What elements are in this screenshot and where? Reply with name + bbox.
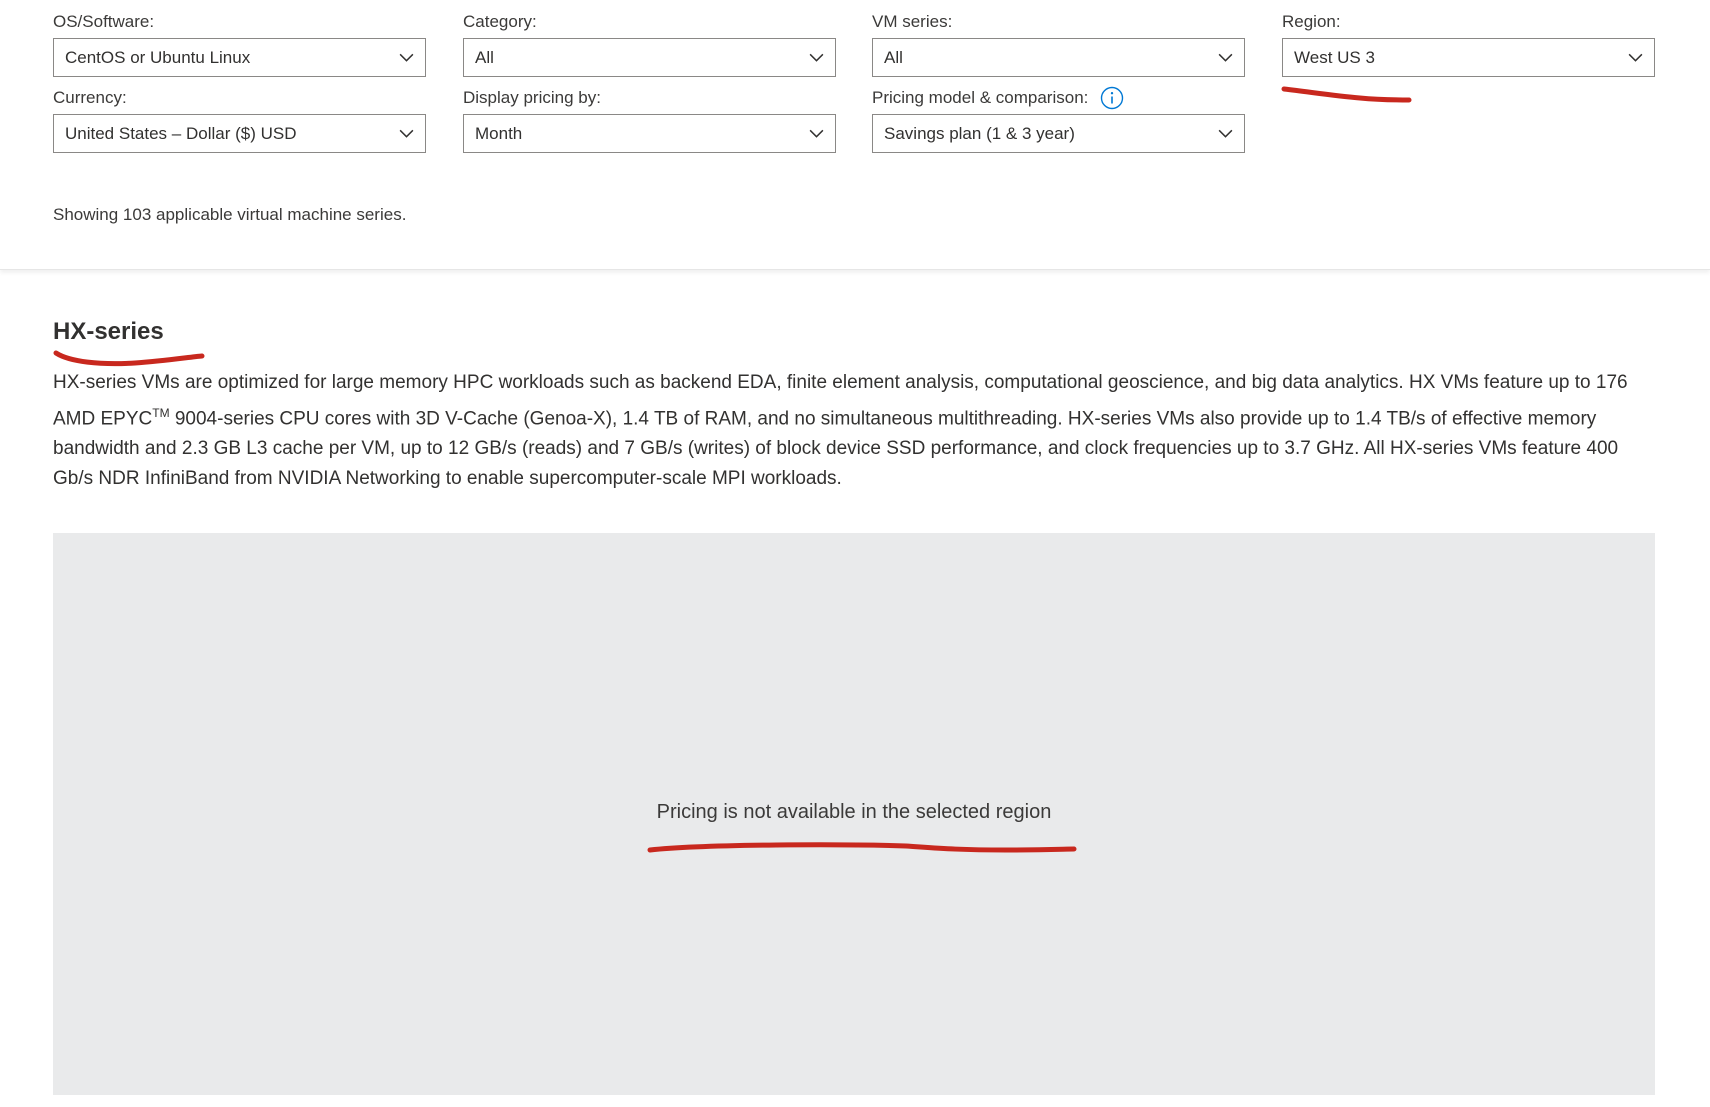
category-filter: Category: All bbox=[463, 10, 836, 77]
category-label: Category: bbox=[463, 12, 537, 31]
region-filter: Region: West US 3 bbox=[1282, 10, 1655, 77]
pricing-model-value: Savings plan (1 & 3 year) bbox=[884, 123, 1075, 143]
info-icon[interactable] bbox=[1100, 86, 1124, 110]
region-select[interactable]: West US 3 bbox=[1282, 38, 1655, 77]
series-count-text: Showing 103 applicable virtual machine s… bbox=[53, 205, 407, 224]
currency-value: United States – Dollar ($) USD bbox=[65, 123, 297, 143]
pricing-model-label-row: Pricing model & comparison: bbox=[872, 86, 1245, 110]
series-description: HX-series VMs are optimized for large me… bbox=[53, 368, 1663, 494]
vm-series-select[interactable]: All bbox=[872, 38, 1245, 77]
region-annotation-underline bbox=[1281, 86, 1412, 103]
os-value: CentOS or Ubuntu Linux bbox=[65, 47, 251, 67]
category-value: All bbox=[475, 47, 494, 67]
series-desc-part2: 9004-series CPU cores with 3D V-Cache (G… bbox=[53, 408, 1619, 490]
vm-series-value: All bbox=[884, 47, 903, 67]
chevron-down-icon bbox=[809, 53, 824, 62]
os-label: OS/Software: bbox=[53, 12, 155, 31]
display-pricing-filter: Display pricing by: Month bbox=[463, 86, 836, 153]
chevron-down-icon bbox=[1218, 53, 1233, 62]
currency-filter: Currency: United States – Dollar ($) USD bbox=[53, 86, 426, 153]
pricing-panel: Pricing is not available in the selected… bbox=[53, 533, 1655, 1095]
currency-select[interactable]: United States – Dollar ($) USD bbox=[53, 114, 426, 153]
pricing-model-select[interactable]: Savings plan (1 & 3 year) bbox=[872, 114, 1245, 153]
vm-series-filter: VM series: All bbox=[872, 10, 1245, 77]
currency-label: Currency: bbox=[53, 88, 127, 107]
display-pricing-select[interactable]: Month bbox=[463, 114, 836, 153]
chevron-down-icon bbox=[399, 129, 414, 138]
display-pricing-label: Display pricing by: bbox=[463, 88, 601, 107]
region-value: West US 3 bbox=[1294, 47, 1375, 67]
filter-bar: OS/Software: CentOS or Ubuntu Linux Cate… bbox=[0, 0, 1710, 270]
region-label: Region: bbox=[1282, 12, 1341, 31]
os-select[interactable]: CentOS or Ubuntu Linux bbox=[53, 38, 426, 77]
message-annotation-underline bbox=[647, 842, 1077, 853]
series-title: HX-series bbox=[53, 318, 164, 345]
trademark-sup: TM bbox=[152, 406, 170, 420]
chevron-down-icon bbox=[399, 53, 414, 62]
chevron-down-icon bbox=[1218, 129, 1233, 138]
chevron-down-icon bbox=[809, 129, 824, 138]
os-filter: OS/Software: CentOS or Ubuntu Linux bbox=[53, 10, 426, 77]
pricing-unavailable-message: Pricing is not available in the selected… bbox=[656, 801, 1052, 823]
chevron-down-icon bbox=[1628, 53, 1643, 62]
display-pricing-value: Month bbox=[475, 123, 523, 143]
pricing-model-filter: Pricing model & comparison: Savings plan… bbox=[872, 86, 1245, 153]
category-select[interactable]: All bbox=[463, 38, 836, 77]
pricing-model-label: Pricing model & comparison: bbox=[872, 88, 1089, 107]
vm-series-label: VM series: bbox=[872, 12, 953, 31]
